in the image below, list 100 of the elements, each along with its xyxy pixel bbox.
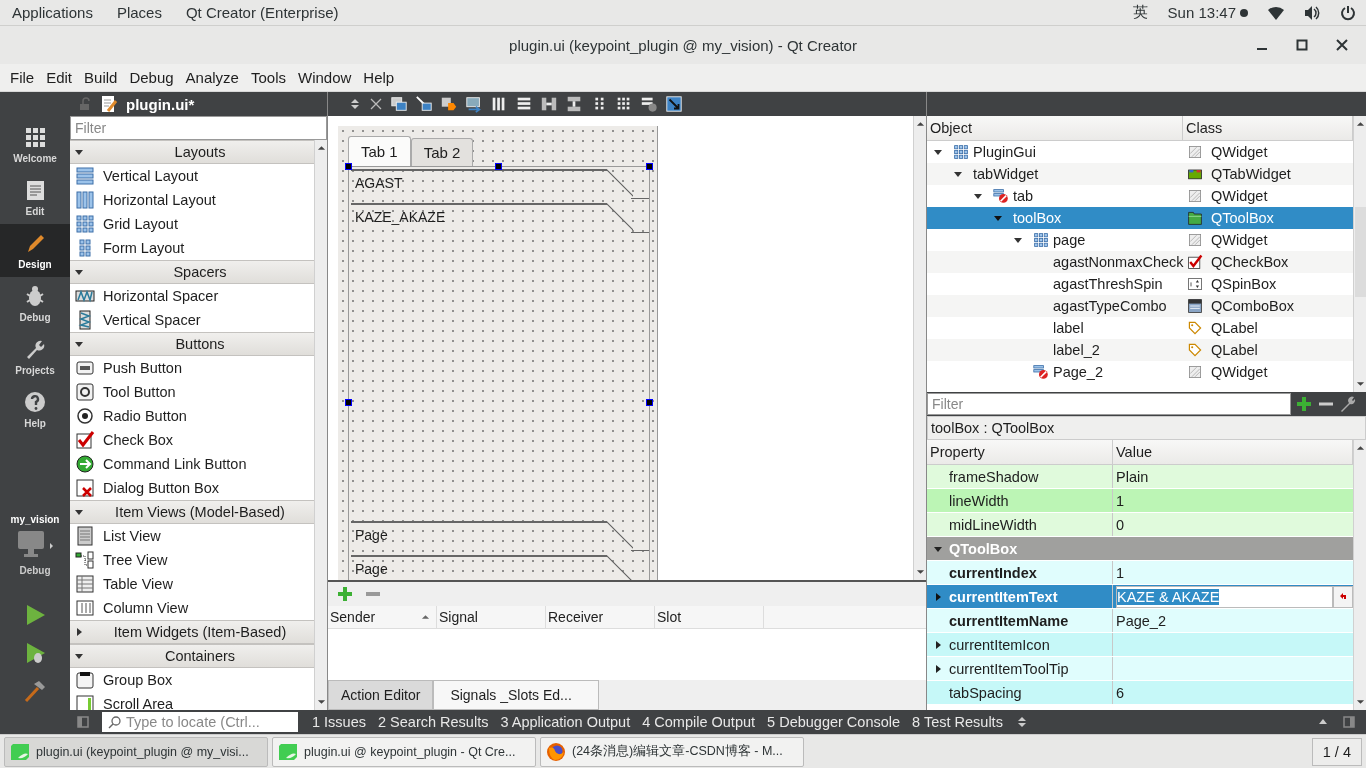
value-field[interactable]: KAZE & AKAZE [1116,585,1333,608]
widget-item[interactable]: Horizontal Spacer [103,288,219,304]
selection-handle[interactable] [646,399,653,406]
mode-button[interactable]: Design [0,224,70,277]
editor-tab[interactable]: Action Editor [328,680,434,710]
menu-item[interactable]: Tools [244,69,292,86]
tab-order-icon[interactable] [465,95,483,113]
category-header[interactable]: Item Widgets (Item-Based) [70,620,314,644]
mode-button[interactable]: Help [0,383,70,436]
mode-button[interactable]: Projects [0,330,70,383]
tree-row[interactable]: agastNonmaxCheck QCheckBox [927,251,1353,273]
maximize-icon[interactable] [1296,39,1308,51]
menu-item[interactable]: Build [78,69,124,86]
category-header[interactable]: Buttons [70,332,314,356]
widget-item[interactable]: Tool Button [103,384,176,400]
menu-item[interactable]: Debug [123,69,180,86]
widget-item[interactable]: Dialog Button Box [103,480,220,496]
property-row[interactable]: frameShadow Plain [927,465,1353,489]
mode-button[interactable]: Edit [0,171,70,224]
selection-handle[interactable] [345,399,352,406]
output-pane-button[interactable]: 3 Application Output [500,714,631,730]
menu-item[interactable]: Window [292,69,358,86]
property-row[interactable]: currentItemIcon [927,633,1353,657]
resize-icon[interactable] [665,95,683,113]
wrench-icon[interactable] [1339,395,1357,413]
wifi-icon[interactable] [1268,4,1284,21]
tree-row[interactable]: label_2 QLabel [927,339,1353,361]
property-row[interactable]: midLineWidth 0 [927,513,1353,537]
toolbox-page-tab[interactable]: Page [351,521,649,551]
column-header[interactable]: Object [927,116,1183,140]
scrollbar[interactable] [314,140,327,710]
toolbox-page-tab[interactable]: KAZE_AKAZE [351,203,649,233]
widget-item[interactable]: Form Layout [103,240,185,256]
reset-button[interactable] [1333,585,1353,608]
widget-item[interactable]: Column View [103,600,189,616]
taskbar-button[interactable]: (24条消息)编辑文章-CSDN博客 - M... [540,736,804,767]
scrollbar[interactable] [1353,116,1366,392]
horizontal-splitter-icon[interactable] [540,95,558,113]
scrollbar[interactable] [913,116,926,580]
volume-icon[interactable] [1304,4,1320,21]
output-pane-button[interactable]: 5 Debugger Console [767,714,901,730]
vertical-splitter-icon[interactable] [565,95,583,113]
tree-row[interactable]: toolBox QToolBox [927,207,1353,229]
widget-item[interactable]: Scroll Area [103,696,174,710]
arrow-window-icon[interactable] [415,95,433,113]
property-row[interactable]: currentIndex 1 [927,561,1353,585]
tree-row[interactable]: PluginGui QWidget [927,141,1353,163]
category-header[interactable]: Containers [70,644,314,668]
selection-handle[interactable] [646,163,653,170]
top-menu[interactable]: Applications [10,4,95,21]
tag-icon[interactable] [440,95,458,113]
collapse-arrow-icon[interactable] [1013,235,1023,245]
property-row[interactable]: currentItemText KAZE & AKAZE [927,585,1353,609]
property-row[interactable]: tabSpacing 6 [927,681,1353,705]
column-header[interactable]: Sender [328,606,437,628]
locator-field[interactable]: Type to locate (Ctrl... [102,712,298,732]
widget-item[interactable]: Vertical Layout [103,168,199,184]
category-header[interactable]: Layouts [70,140,314,164]
tree-row[interactable]: agastThreshSpin QSpinBox [927,273,1353,295]
column-header[interactable]: Property [927,440,1113,464]
mode-button[interactable]: Debug [0,277,70,330]
workspace-indicator[interactable]: 1 / 4 [1311,737,1362,766]
property-row[interactable]: currentItemName Page_2 [927,609,1353,633]
widget-item[interactable]: Radio Button [103,408,187,424]
menu-item[interactable]: Edit [40,69,79,86]
filter-field[interactable]: Filter [927,393,1291,415]
category-header[interactable]: Item Views (Model-Based) [70,500,314,524]
toolbox-page-tab[interactable]: AGAST [351,169,649,199]
property-row[interactable]: currentItemToolTip [927,657,1353,681]
widget-item[interactable]: Group Box [103,672,173,688]
window-icon[interactable] [390,95,408,113]
output-pane-button[interactable]: 8 Test Results [912,714,1003,730]
scrollbar[interactable] [1353,440,1366,710]
tree-row[interactable]: label QLabel [927,317,1353,339]
widget-item[interactable]: Tree View [103,552,168,568]
editor-tab[interactable]: Signals _Slots Ed... [433,680,599,710]
widget-item[interactable]: Check Box [103,432,174,448]
form-tab[interactable]: Tab 2 [410,138,474,166]
tree-row[interactable]: tabWidget QTabWidget [927,163,1353,185]
output-pane-button[interactable]: 4 Compile Output [642,714,756,730]
tree-row[interactable]: page QWidget [927,229,1353,251]
form-tab[interactable]: Tab 1 [348,136,411,166]
selection-handle[interactable] [345,163,352,170]
close-icon[interactable] [1336,39,1348,51]
collapse-arrow-icon[interactable] [973,191,983,201]
break-layout-icon[interactable] [640,95,658,113]
output-pane-button[interactable]: 2 Search Results [378,714,489,730]
category-header[interactable]: Spacers [70,260,314,284]
clock[interactable]: Sun 13:47 [1167,4,1236,21]
collapse-arrow-icon[interactable] [993,213,1003,223]
tree-row[interactable]: tab QWidget [927,185,1353,207]
widget-item[interactable]: Push Button [103,360,182,376]
close-icon[interactable] [369,97,383,111]
expand-arrow-icon[interactable] [933,663,943,674]
column-header[interactable]: Signal [437,606,546,628]
panel-toggle-icon[interactable] [1342,715,1356,729]
collapse-arrow-icon[interactable] [953,169,963,179]
menu-item[interactable]: Help [357,69,401,86]
widget-item[interactable]: List View [103,528,161,544]
widget-item[interactable]: Table View [103,576,173,592]
